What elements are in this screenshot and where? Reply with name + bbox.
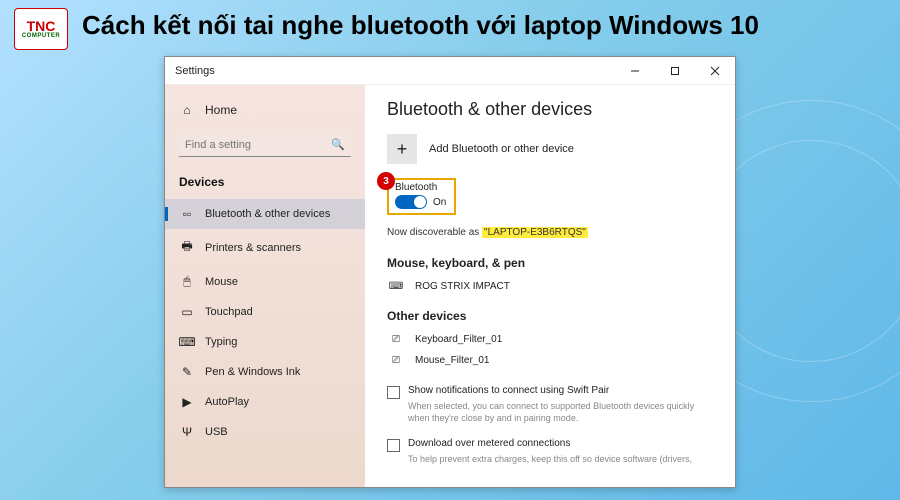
swift-pair-hint: When selected, you can connect to suppor… bbox=[408, 401, 713, 424]
device-name: ROG STRIX IMPACT bbox=[415, 281, 510, 292]
swift-pair-checkbox-row[interactable]: Show notifications to connect using Swif… bbox=[387, 385, 713, 399]
metered-hint: To help prevent extra charges, keep this… bbox=[408, 454, 713, 466]
device-name: Keyboard_Filter_01 bbox=[415, 334, 502, 345]
bluetooth-state: On bbox=[433, 197, 446, 208]
metered-checkbox[interactable] bbox=[387, 439, 400, 452]
sidebar-item-bluetooth[interactable]: ▫▫ Bluetooth & other devices bbox=[165, 199, 365, 229]
device-icon: ⎚ bbox=[387, 355, 405, 366]
window-titlebar: Settings bbox=[165, 57, 735, 85]
close-button[interactable] bbox=[695, 57, 735, 85]
bluetooth-toggle[interactable] bbox=[395, 195, 427, 209]
usb-icon: Ψ bbox=[179, 425, 195, 439]
sidebar-item-label: Typing bbox=[205, 336, 237, 348]
device-row[interactable]: ⌨ ROG STRIX IMPACT bbox=[387, 276, 713, 297]
sidebar-item-label: USB bbox=[205, 426, 228, 438]
home-label: Home bbox=[205, 103, 237, 117]
device-row[interactable]: ⎚ Mouse_Filter_01 bbox=[387, 350, 713, 371]
sidebar-item-printers[interactable]: 🖶 Printers & scanners bbox=[165, 229, 365, 266]
window-controls bbox=[615, 57, 735, 85]
tnc-logo: TNC COMPUTER bbox=[14, 8, 68, 50]
touchpad-icon: ▭ bbox=[179, 305, 195, 319]
article-title: Cách kết nối tai nghe bluetooth với lapt… bbox=[82, 10, 759, 41]
step-badge: 3 bbox=[377, 172, 395, 190]
add-device-label: Add Bluetooth or other device bbox=[429, 143, 574, 155]
discoverable-prefix: Now discoverable as bbox=[387, 227, 482, 238]
device-row[interactable]: ⎚ Keyboard_Filter_01 bbox=[387, 329, 713, 350]
section-mouse-keyboard: Mouse, keyboard, & pen bbox=[387, 256, 713, 270]
section-other-devices: Other devices bbox=[387, 309, 713, 323]
sidebar: ⌂ Home 🔍 Devices ▫▫ Bluetooth & other de… bbox=[165, 85, 365, 487]
bluetooth-label: Bluetooth bbox=[395, 182, 446, 193]
main-content: Bluetooth & other devices + Add Bluetoot… bbox=[365, 85, 735, 487]
sidebar-item-label: AutoPlay bbox=[205, 396, 249, 408]
sidebar-item-autoplay[interactable]: ▶ AutoPlay bbox=[165, 387, 365, 417]
bluetooth-icon: ▫▫ bbox=[179, 207, 195, 221]
swift-pair-label: Show notifications to connect using Swif… bbox=[408, 385, 609, 396]
mouse-icon: 🖱 bbox=[179, 274, 195, 289]
sidebar-section-title: Devices bbox=[165, 169, 365, 199]
sidebar-item-label: Touchpad bbox=[205, 306, 253, 318]
sidebar-item-label: Printers & scanners bbox=[205, 242, 301, 254]
sidebar-item-label: Mouse bbox=[205, 276, 238, 288]
discoverable-text: Now discoverable as "LAPTOP-E3B6RTQS" bbox=[387, 227, 713, 238]
settings-window: Settings ⌂ Home 🔍 Devices ▫▫ Bluetooth &… bbox=[164, 56, 736, 488]
logo-text: TNC bbox=[27, 19, 56, 33]
sidebar-item-label: Pen & Windows Ink bbox=[205, 366, 300, 378]
minimize-button[interactable] bbox=[615, 57, 655, 85]
sidebar-item-touchpad[interactable]: ▭ Touchpad bbox=[165, 297, 365, 327]
maximize-button[interactable] bbox=[655, 57, 695, 85]
home-icon: ⌂ bbox=[179, 103, 195, 117]
logo-subtext: COMPUTER bbox=[22, 33, 60, 39]
search-icon: 🔍 bbox=[331, 138, 345, 151]
swift-pair-checkbox[interactable] bbox=[387, 386, 400, 399]
page-heading: Bluetooth & other devices bbox=[387, 99, 713, 120]
sidebar-item-pen[interactable]: ✎ Pen & Windows Ink bbox=[165, 357, 365, 387]
add-device-button[interactable]: + bbox=[387, 134, 417, 164]
window-title: Settings bbox=[165, 65, 615, 77]
pen-icon: ✎ bbox=[179, 365, 195, 379]
device-name-highlight: "LAPTOP-E3B6RTQS" bbox=[482, 227, 588, 238]
sidebar-item-mouse[interactable]: 🖱 Mouse bbox=[165, 266, 365, 297]
bluetooth-toggle-group: 3 Bluetooth On bbox=[387, 178, 456, 215]
metered-label: Download over metered connections bbox=[408, 438, 570, 449]
sidebar-item-typing[interactable]: ⌨ Typing bbox=[165, 327, 365, 357]
search-input[interactable] bbox=[185, 139, 331, 151]
printer-icon: 🖶 bbox=[179, 237, 195, 258]
home-nav[interactable]: ⌂ Home bbox=[165, 97, 365, 123]
keyboard-icon: ⌨ bbox=[179, 335, 195, 349]
device-name: Mouse_Filter_01 bbox=[415, 355, 489, 366]
metered-checkbox-row[interactable]: Download over metered connections bbox=[387, 438, 713, 452]
device-icon: ⎚ bbox=[387, 334, 405, 345]
sidebar-item-label: Bluetooth & other devices bbox=[205, 208, 330, 220]
add-device-row[interactable]: + Add Bluetooth or other device bbox=[387, 134, 713, 164]
search-box[interactable]: 🔍 bbox=[179, 133, 351, 157]
keyboard-device-icon: ⌨ bbox=[387, 281, 405, 292]
autoplay-icon: ▶ bbox=[179, 395, 195, 409]
sidebar-item-usb[interactable]: Ψ USB bbox=[165, 417, 365, 447]
